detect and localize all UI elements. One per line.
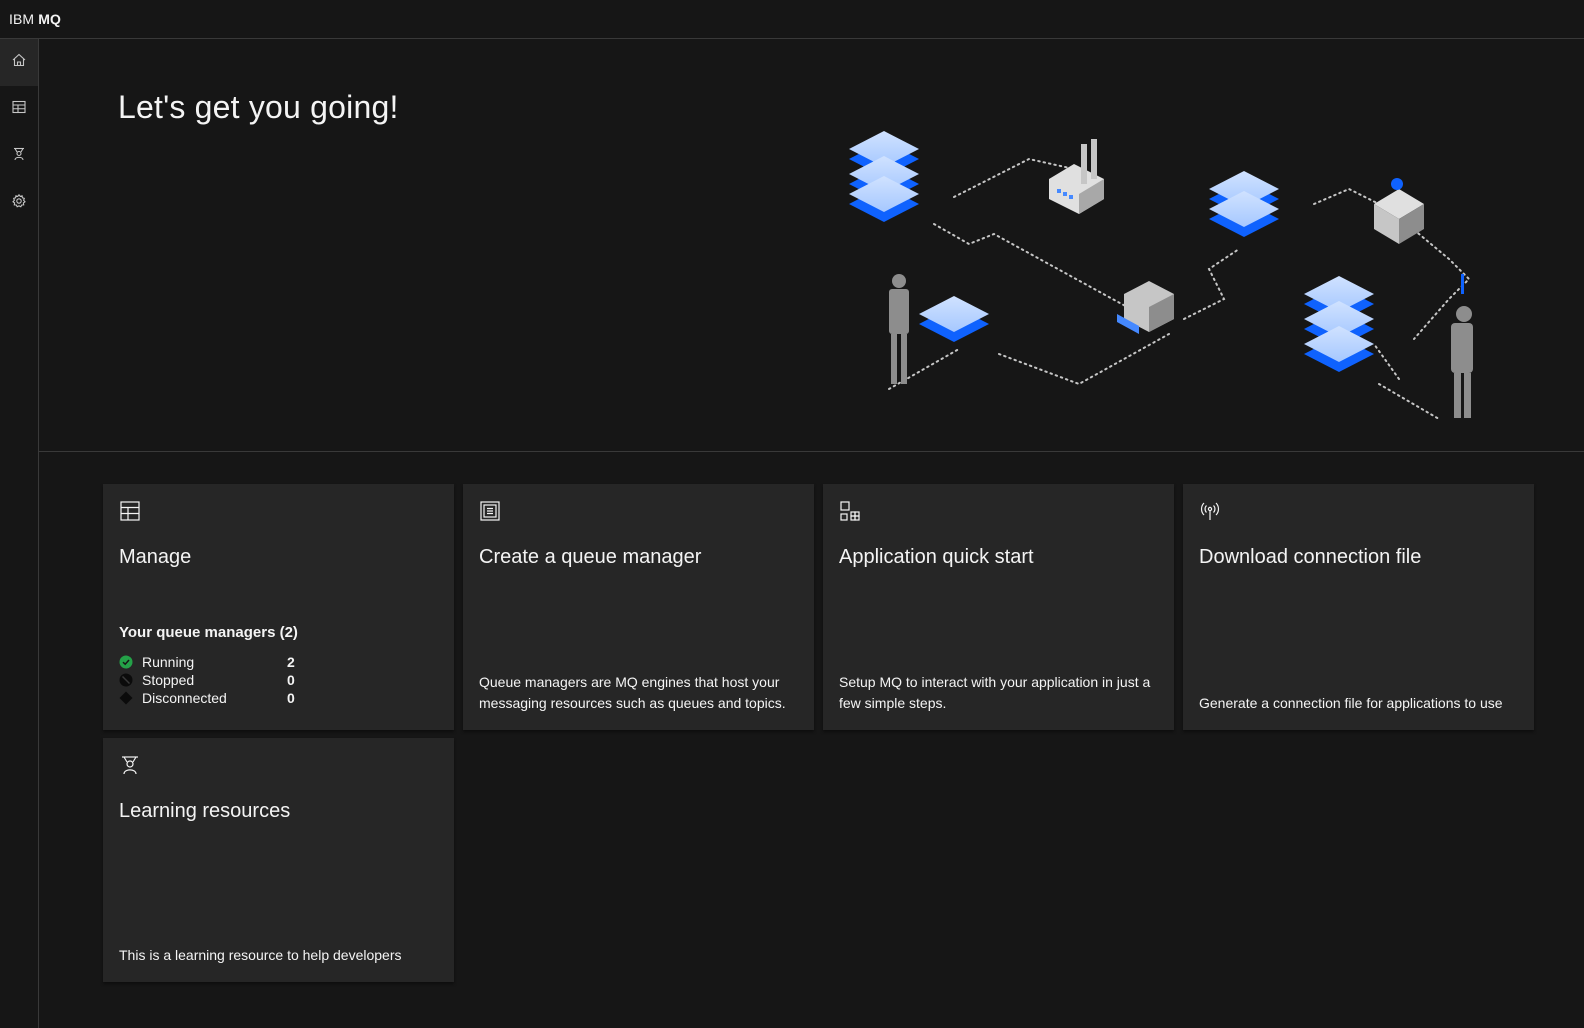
status-count: 0 [287, 672, 295, 688]
brand-company: IBM [9, 11, 35, 27]
nav-manage[interactable] [0, 86, 38, 133]
top-header: IBM MQ [0, 0, 1584, 39]
nav-settings[interactable] [0, 180, 38, 227]
learning-icon [119, 754, 141, 776]
gear-icon [11, 193, 27, 214]
brand-logo[interactable]: IBM MQ [9, 11, 61, 27]
status-count: 0 [287, 690, 295, 706]
tile-title: Learning resources [119, 800, 291, 822]
tile-title: Create a queue manager [479, 546, 702, 568]
antenna-icon [1199, 500, 1221, 522]
table-icon [11, 99, 27, 120]
bank-building [1374, 178, 1424, 244]
tile-title: Download connection file [1199, 546, 1422, 568]
factory-building [1049, 139, 1104, 214]
person-right [1451, 274, 1473, 418]
home-icon [11, 52, 27, 73]
tile-description: This is a learning resource to help deve… [119, 947, 402, 963]
status-count: 2 [287, 654, 295, 670]
queue-manager-summary: Your queue managers (2) Running 2 Stoppe… [119, 624, 298, 707]
stack-top-left [849, 131, 919, 222]
manage-tile[interactable]: Manage Your queue managers (2) Running 2… [103, 484, 454, 730]
check-circle-icon [119, 655, 133, 669]
status-row-stopped: Stopped 0 [119, 671, 298, 689]
learning-resources-tile[interactable]: Learning resources This is a learning re… [103, 738, 454, 982]
disconnected-icon [119, 691, 133, 705]
tile-description: Setup MQ to interact with your applicati… [839, 674, 1151, 711]
table-icon [119, 500, 141, 522]
tile-title: Application quick start [839, 546, 1034, 568]
status-row-disconnected: Disconnected 0 [119, 689, 298, 707]
server-machine [1117, 281, 1174, 334]
document-icon [479, 500, 501, 522]
tile-title: Manage [119, 546, 192, 568]
stack-bottom-right [1304, 276, 1374, 372]
side-nav [0, 39, 39, 1028]
queue-managers-heading: Your queue managers (2) [119, 624, 298, 641]
tile-description: Queue managers are MQ engines that host … [479, 674, 786, 711]
status-label: Running [142, 654, 195, 670]
learning-icon [11, 146, 27, 167]
nav-learning[interactable] [0, 133, 38, 180]
nav-home[interactable] [0, 39, 38, 86]
application-quick-start-tile[interactable]: Application quick start Setup MQ to inte… [823, 484, 1174, 730]
page-title: Let's get you going! [118, 89, 399, 125]
mq-network-illustration [849, 131, 1473, 420]
hero-banner: Let's get you going! [39, 39, 1584, 452]
status-row-running: Running 2 [119, 653, 298, 671]
tile-description: Generate a connection file for applicati… [1199, 695, 1503, 711]
stack-middle-right [1209, 171, 1279, 237]
stopped-icon [119, 673, 133, 687]
apps-icon [839, 500, 861, 522]
create-queue-manager-tile[interactable]: Create a queue manager Queue managers ar… [463, 484, 814, 730]
single-queue [919, 296, 989, 342]
download-connection-file-tile[interactable]: Download connection file Generate a conn… [1183, 484, 1534, 730]
brand-product: MQ [38, 11, 61, 27]
person-left [889, 274, 909, 384]
status-label: Stopped [142, 672, 195, 688]
status-label: Disconnected [142, 690, 227, 706]
